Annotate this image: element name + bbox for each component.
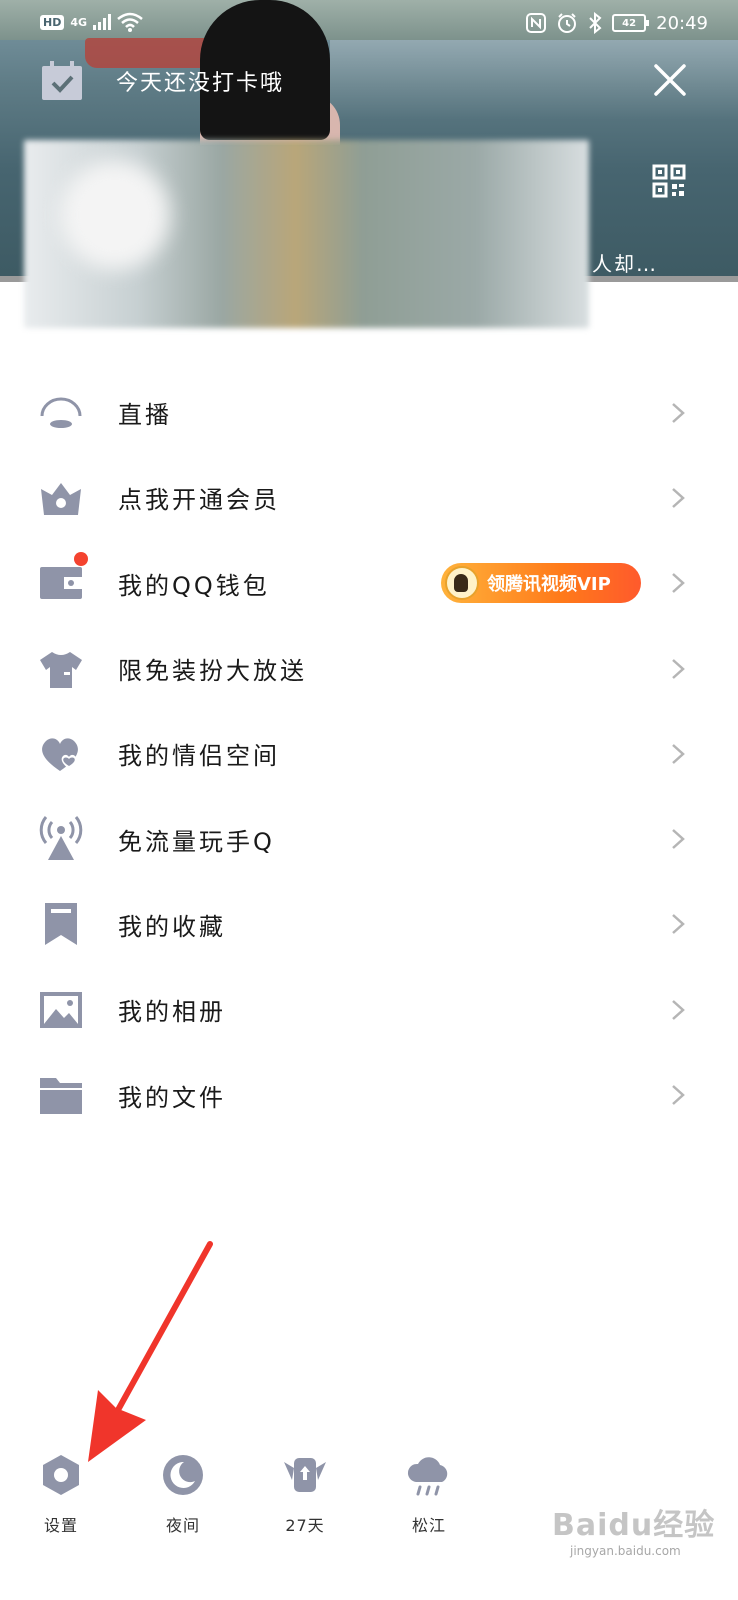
- chevron-right-icon: [672, 573, 685, 594]
- close-icon[interactable]: [650, 60, 690, 100]
- photo-icon: [38, 987, 84, 1033]
- days-label: 27天: [285, 1516, 325, 1535]
- checkin-text: 今天还没打卡哦: [116, 71, 285, 96]
- wallet-notification-dot: [74, 552, 88, 566]
- menu-item-files[interactable]: 我的文件: [0, 1052, 738, 1137]
- chevron-right-icon: [672, 488, 685, 508]
- vip-crown-icon: [38, 475, 84, 521]
- menu-item-favorites[interactable]: 我的收藏: [0, 882, 738, 967]
- cloud-rain-icon: [407, 1457, 448, 1496]
- chevron-right-icon: [672, 999, 685, 1020]
- chevron-right-icon: [672, 914, 685, 935]
- baidu-watermark: Baidu经验 jingyan.baidu.com: [552, 1500, 722, 1570]
- avatar[interactable]: [60, 160, 170, 270]
- days-button[interactable]: 27天: [270, 1452, 340, 1536]
- menu-item-label: 我的情侣空间: [118, 742, 280, 771]
- menu-item-label: 限免装扮大放送: [118, 657, 307, 686]
- chevron-right-icon: [672, 658, 685, 679]
- menu-item-label: 直播: [118, 401, 172, 430]
- status-time: 20:49: [656, 12, 708, 34]
- winged-badge-icon: [284, 1458, 326, 1492]
- hd-icon: HD: [40, 14, 65, 30]
- checkin-row[interactable]: 今天还没打卡哦: [40, 60, 284, 102]
- wallet-icon: [38, 560, 84, 606]
- menu-item-label: 我的QQ钱包: [118, 571, 270, 600]
- status-left: HD 4G: [40, 12, 143, 32]
- drawer-menu: 直播 点我开通会员 我的QQ钱包 领腾讯视频VIP 限免装扮大放送 我的情侣空间…: [0, 370, 738, 1138]
- vip-badge-label: 领腾讯视频VIP: [487, 574, 611, 596]
- weather-label: 松江: [411, 1516, 446, 1535]
- shirt-icon: [38, 646, 84, 692]
- nfc-icon: [526, 13, 547, 33]
- signal-tower-icon: [38, 816, 84, 862]
- menu-item-couple[interactable]: 我的情侣空间: [0, 711, 738, 796]
- night-mode-button[interactable]: 夜间: [148, 1452, 218, 1536]
- vip-coin-icon: [445, 566, 479, 601]
- chevron-right-icon: [672, 829, 685, 850]
- status-right: 42 20:49: [526, 12, 708, 34]
- alarm-icon: [558, 13, 577, 33]
- menu-item-label: 免流量玩手Q: [118, 827, 275, 856]
- menu-item-wallet[interactable]: 我的QQ钱包 领腾讯视频VIP: [0, 541, 738, 626]
- settings-button[interactable]: 设置: [26, 1452, 96, 1536]
- menu-item-dressup[interactable]: 限免装扮大放送: [0, 626, 738, 711]
- live-icon: [38, 390, 84, 436]
- weather-button[interactable]: 松江: [394, 1452, 464, 1536]
- bookmark-icon: [38, 901, 84, 947]
- chevron-right-icon: [672, 1085, 685, 1105]
- network-type: 4G: [70, 15, 88, 29]
- menu-item-label: 点我开通会员: [118, 486, 280, 515]
- chevron-right-icon: [672, 743, 685, 764]
- night-mode-label: 夜间: [165, 1516, 200, 1535]
- qr-code-icon[interactable]: [652, 164, 686, 198]
- menu-item-label: 我的相册: [118, 998, 226, 1027]
- moon-icon: [163, 1455, 203, 1495]
- annotation-arrow: [88, 1241, 213, 1462]
- menu-item-label: 我的收藏: [118, 912, 226, 941]
- menu-item-album[interactable]: 我的相册: [0, 967, 738, 1052]
- menu-item-label: 我的文件: [118, 1083, 226, 1112]
- calendar-check-icon: [42, 61, 82, 100]
- signal-icon: [93, 14, 112, 30]
- watermark-logo: Baidu经验: [552, 1508, 716, 1543]
- menu-item-free-data[interactable]: 免流量玩手Q: [0, 796, 738, 881]
- menu-item-live[interactable]: 直播: [0, 370, 738, 455]
- folder-icon: [38, 1072, 84, 1118]
- settings-label: 设置: [43, 1516, 78, 1535]
- hearts-icon: [38, 731, 84, 777]
- watermark-url: jingyan.baidu.com: [570, 1544, 681, 1558]
- battery-icon: 42: [612, 14, 650, 32]
- signature-text: 人却…: [592, 252, 658, 276]
- menu-item-vip[interactable]: 点我开通会员: [0, 455, 738, 540]
- wifi-icon: [117, 12, 143, 32]
- settings-hexagon-icon: [43, 1455, 79, 1495]
- status-bar: HD 4G 42 20:49: [0, 0, 738, 50]
- tencent-video-vip-badge[interactable]: 领腾讯视频VIP: [441, 563, 641, 604]
- bluetooth-icon: [589, 12, 602, 34]
- chevron-right-icon: [672, 402, 685, 423]
